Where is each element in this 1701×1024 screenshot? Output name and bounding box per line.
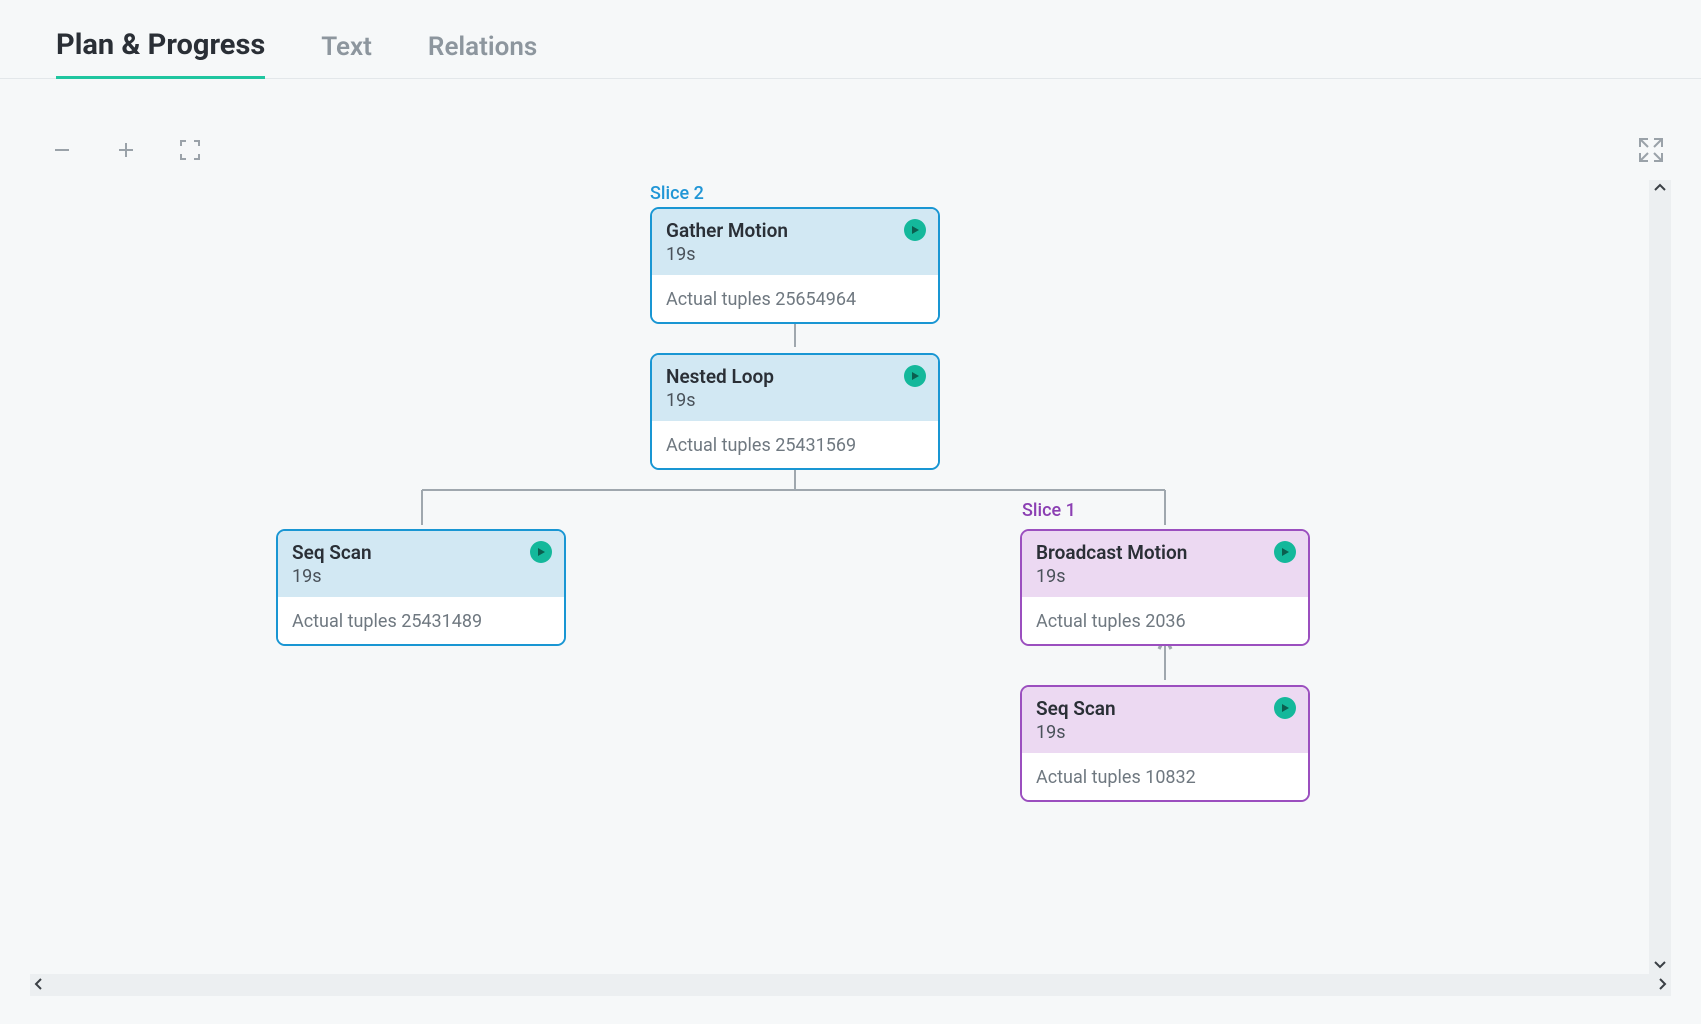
node-detail: Actual tuples 2036 (1022, 597, 1308, 644)
toolbar-right (1637, 136, 1665, 164)
tab-relations[interactable]: Relations (428, 32, 537, 79)
horizontal-scrollbar[interactable] (30, 974, 1671, 996)
running-icon (904, 219, 926, 241)
zoom-in-button[interactable] (112, 136, 140, 164)
running-icon (1274, 697, 1296, 719)
node-title: Seq Scan (292, 541, 550, 564)
node-detail: Actual tuples 25431489 (278, 597, 564, 644)
slice-1-label: Slice 1 (1022, 500, 1076, 521)
node-header: Seq Scan 19s (1022, 687, 1308, 753)
node-time: 19s (666, 244, 924, 265)
slice-2-label: Slice 2 (650, 183, 704, 204)
chevron-up-icon[interactable] (1654, 182, 1666, 196)
node-time: 19s (666, 390, 924, 411)
node-header: Nested Loop 19s (652, 355, 938, 421)
running-icon (1274, 541, 1296, 563)
node-detail: Actual tuples 25431569 (652, 421, 938, 468)
zoom-out-button[interactable] (48, 136, 76, 164)
node-header: Seq Scan 19s (278, 531, 564, 597)
toolbar-left (48, 136, 204, 164)
node-gather-motion[interactable]: Gather Motion 19s Actual tuples 25654964 (650, 207, 940, 324)
node-header: Gather Motion 19s (652, 209, 938, 275)
node-time: 19s (292, 566, 550, 587)
tab-text[interactable]: Text (321, 32, 372, 79)
node-title: Seq Scan (1036, 697, 1294, 720)
node-title: Broadcast Motion (1036, 541, 1294, 564)
fit-to-screen-button[interactable] (176, 136, 204, 164)
node-detail: Actual tuples 25654964 (652, 275, 938, 322)
chevron-left-icon[interactable] (34, 978, 44, 993)
node-time: 19s (1036, 566, 1294, 587)
node-title: Gather Motion (666, 219, 924, 242)
chevron-right-icon[interactable] (1657, 978, 1667, 993)
running-icon (530, 541, 552, 563)
node-seq-scan-left[interactable]: Seq Scan 19s Actual tuples 25431489 (276, 529, 566, 646)
node-header: Broadcast Motion 19s (1022, 531, 1308, 597)
expand-icon (1637, 136, 1665, 164)
node-title: Nested Loop (666, 365, 924, 388)
vertical-scrollbar[interactable] (1649, 180, 1671, 974)
plus-icon (116, 140, 136, 160)
node-broadcast-motion[interactable]: Broadcast Motion 19s Actual tuples 2036 (1020, 529, 1310, 646)
expand-button[interactable] (1637, 136, 1665, 164)
tab-plan-progress[interactable]: Plan & Progress (56, 28, 265, 79)
frame-icon (178, 138, 202, 162)
plan-canvas[interactable]: Slice 2 Slice 1 Gather Motion 19s Actual… (30, 175, 1671, 984)
minus-icon (52, 140, 72, 160)
node-detail: Actual tuples 10832 (1022, 753, 1308, 800)
running-icon (904, 365, 926, 387)
node-nested-loop[interactable]: Nested Loop 19s Actual tuples 25431569 (650, 353, 940, 470)
chevron-down-icon[interactable] (1654, 958, 1666, 972)
node-time: 19s (1036, 722, 1294, 743)
tabs: Plan & Progress Text Relations (0, 0, 1701, 79)
node-seq-scan-right[interactable]: Seq Scan 19s Actual tuples 10832 (1020, 685, 1310, 802)
